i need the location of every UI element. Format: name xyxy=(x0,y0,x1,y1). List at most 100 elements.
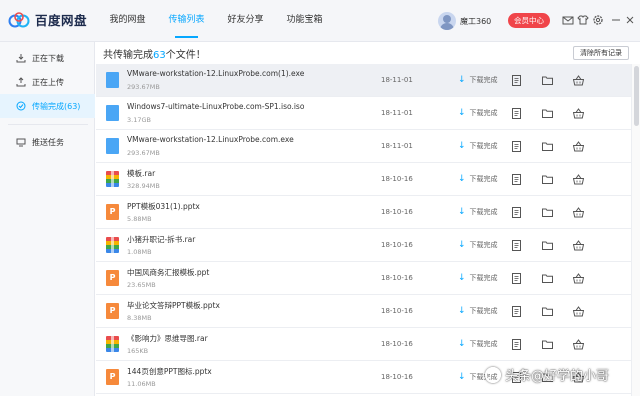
open-folder-icon[interactable] xyxy=(542,75,553,86)
tab-transfer-list[interactable]: 传输列表 xyxy=(159,0,214,42)
download-arrow-icon: ↓ xyxy=(458,305,466,316)
minimize-icon[interactable] xyxy=(610,14,622,26)
download-status: ↓ 下载完成 xyxy=(458,207,498,217)
baidu-netdisk-logo[interactable]: 百度网盘 xyxy=(8,10,87,29)
file-name[interactable]: 《影响力》思维导图.rar xyxy=(127,333,208,344)
file-details-icon[interactable] xyxy=(511,306,522,317)
file-row[interactable]: VMware-workstation-12.LinuxProbe.com.exe… xyxy=(96,130,631,163)
file-row[interactable]: P PPT模板031(1).pptx 5.88MB 18-10-16 ↓ 下载完成 xyxy=(96,196,631,229)
ppt-file-icon: P xyxy=(106,303,119,319)
file-name[interactable]: 毕业论文答辩PPT模板.pptx xyxy=(127,300,220,311)
file-row[interactable]: Windows7-ultimate-LinuxProbe.com-SP1.iso… xyxy=(96,97,631,130)
open-folder-icon[interactable] xyxy=(542,108,553,119)
scrollbar[interactable] xyxy=(631,64,640,396)
file-date: 18-10-16 xyxy=(381,274,413,282)
file-details-icon[interactable] xyxy=(511,174,522,185)
logo-text: 百度网盘 xyxy=(35,13,88,28)
file-name[interactable]: Windows7-ultimate-LinuxProbe.com-SP1.iso… xyxy=(127,102,304,111)
file-details-icon[interactable] xyxy=(511,339,522,350)
sidebar-item-uploading[interactable]: 正在上传 xyxy=(0,70,95,94)
file-row[interactable]: 模板.rar 328.94MB 18-10-16 ↓ 下载完成 xyxy=(96,163,631,196)
file-name[interactable]: 中国风商务汇报模板.ppt xyxy=(127,267,209,278)
sidebar-item-push-tasks[interactable]: 推送任务 xyxy=(0,130,95,154)
file-date: 18-10-16 xyxy=(381,241,413,249)
delete-record-icon[interactable] xyxy=(573,306,584,317)
open-folder-icon[interactable] xyxy=(542,174,553,185)
file-details-icon[interactable] xyxy=(511,75,522,86)
status-label: 下载完成 xyxy=(469,76,498,84)
shirt-icon[interactable] xyxy=(577,14,589,26)
file-type-label: P xyxy=(109,372,116,381)
file-row[interactable]: P 毕业论文答辩PPT模板.pptx 8.38MB 18-10-16 ↓ 下载完成 xyxy=(96,295,631,328)
file-name[interactable]: 模板.rar xyxy=(127,168,155,179)
download-arrow-icon: ↓ xyxy=(458,272,466,283)
file-size: 11.06MB xyxy=(127,380,156,388)
download-arrow-icon: ↓ xyxy=(458,206,466,217)
download-status: ↓ 下载完成 xyxy=(458,273,498,283)
file-details-icon[interactable] xyxy=(511,141,522,152)
file-size: 8.38MB xyxy=(127,314,152,322)
status-label: 下载完成 xyxy=(469,340,498,348)
username[interactable]: 魔工360 xyxy=(460,16,491,27)
file-size: 23.65MB xyxy=(127,281,156,289)
user-info[interactable]: 魔工360 xyxy=(438,12,491,30)
download-arrow-icon: ↓ xyxy=(458,107,466,118)
monitor-icon xyxy=(16,137,26,147)
file-date: 18-11-01 xyxy=(381,142,413,150)
delete-record-icon[interactable] xyxy=(573,108,584,119)
tab-toolbox[interactable]: 功能宝箱 xyxy=(277,0,332,42)
delete-record-icon[interactable] xyxy=(573,207,584,218)
file-name[interactable]: VMware-workstation-12.LinuxProbe.com.exe xyxy=(127,135,294,144)
delete-record-icon[interactable] xyxy=(573,75,584,86)
file-details-icon[interactable] xyxy=(511,240,522,251)
download-status: ↓ 下载完成 xyxy=(458,174,498,184)
mail-icon[interactable] xyxy=(562,14,574,26)
settings-icon[interactable] xyxy=(592,14,604,26)
status-label: 下载完成 xyxy=(469,274,498,282)
delete-record-icon[interactable] xyxy=(573,240,584,251)
open-folder-icon[interactable] xyxy=(542,339,553,350)
file-size: 328.94MB xyxy=(127,182,160,190)
delete-record-icon[interactable] xyxy=(573,273,584,284)
close-icon[interactable] xyxy=(624,14,636,26)
clear-all-records-button[interactable]: 清除所有记录 xyxy=(573,46,629,60)
file-row[interactable]: VMware-workstation-12.LinuxProbe.com(1).… xyxy=(96,64,631,97)
open-folder-icon[interactable] xyxy=(542,141,553,152)
file-row[interactable]: 《影响力》思维导图.rar 165KB 18-10-16 ↓ 下载完成 xyxy=(96,328,631,361)
file-name[interactable]: VMware-workstation-12.LinuxProbe.com(1).… xyxy=(127,69,304,78)
file-size: 293.67MB xyxy=(127,83,160,91)
file-details-icon[interactable] xyxy=(511,273,522,284)
file-details-icon[interactable] xyxy=(511,108,522,119)
open-folder-icon[interactable] xyxy=(542,207,553,218)
file-size: 293.67MB xyxy=(127,149,160,157)
tab-my-disk[interactable]: 我的网盘 xyxy=(100,0,155,42)
status-label: 下载完成 xyxy=(469,142,498,150)
vip-center-button[interactable]: 会员中心 xyxy=(508,13,550,28)
scrollbar-thumb[interactable] xyxy=(634,66,639,126)
open-folder-icon[interactable] xyxy=(542,306,553,317)
download-status: ↓ 下载完成 xyxy=(458,240,498,250)
file-name[interactable]: 144页创意PPT图标.pptx xyxy=(127,366,212,377)
tab-friend-share[interactable]: 好友分享 xyxy=(218,0,273,42)
sidebar: 正在下载 正在上传 传输完成(63) 推送任务 xyxy=(0,42,95,396)
sidebar-item-completed[interactable]: 传输完成(63) xyxy=(0,94,95,118)
avatar[interactable] xyxy=(438,12,456,30)
file-name[interactable]: 小猪升职记-拆书.rar xyxy=(127,234,195,245)
download-arrow-icon: ↓ xyxy=(458,140,466,151)
file-row[interactable]: P 中国风商务汇报模板.ppt 23.65MB 18-10-16 ↓ 下载完成 xyxy=(96,262,631,295)
delete-record-icon[interactable] xyxy=(573,174,584,185)
download-icon xyxy=(16,53,26,63)
open-folder-icon[interactable] xyxy=(542,240,553,251)
download-arrow-icon: ↓ xyxy=(458,173,466,184)
status-label: 下载完成 xyxy=(469,208,498,216)
delete-record-icon[interactable] xyxy=(573,141,584,152)
status-label: 下载完成 xyxy=(469,109,498,117)
main-nav: 我的网盘 传输列表 好友分享 功能宝箱 xyxy=(100,0,336,42)
sidebar-item-downloading[interactable]: 正在下载 xyxy=(0,46,95,70)
open-folder-icon[interactable] xyxy=(542,273,553,284)
file-details-icon[interactable] xyxy=(511,207,522,218)
delete-record-icon[interactable] xyxy=(573,339,584,350)
file-row[interactable]: 小猪升职记-拆书.rar 1.08MB 18-10-16 ↓ 下载完成 xyxy=(96,229,631,262)
file-name[interactable]: PPT模板031(1).pptx xyxy=(127,201,200,212)
sidebar-item-label: 推送任务 xyxy=(32,137,64,147)
